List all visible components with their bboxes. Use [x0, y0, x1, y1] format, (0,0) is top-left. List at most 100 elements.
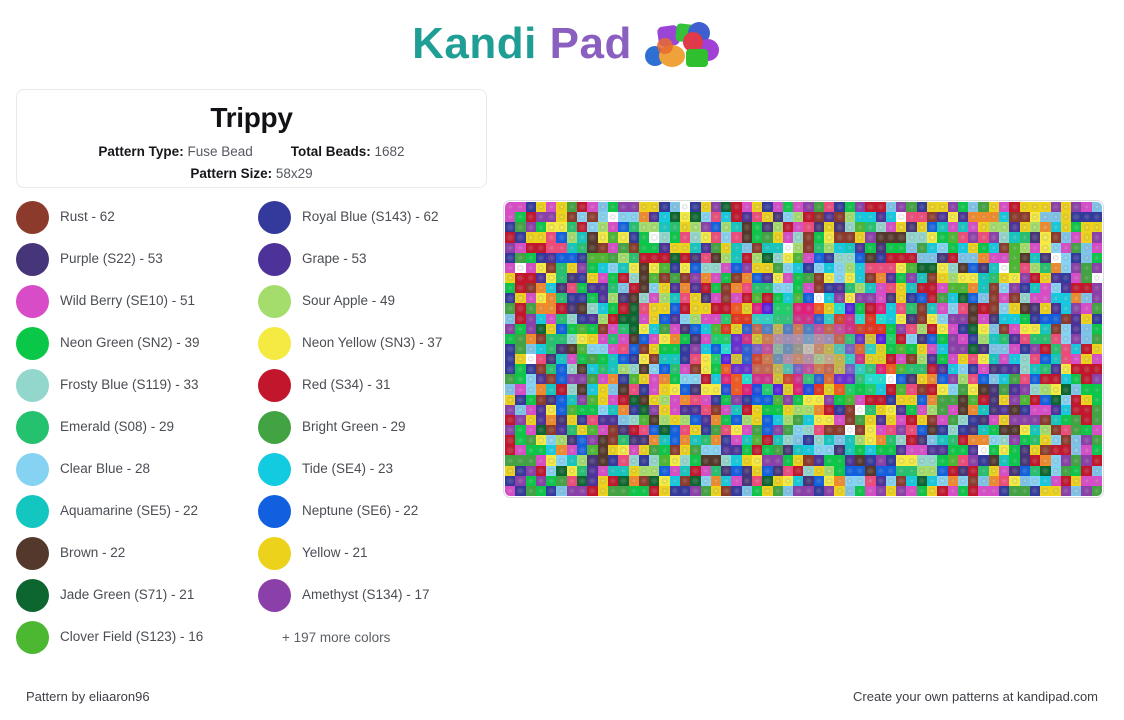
bead-cell: [793, 465, 804, 476]
bead-cell: [546, 404, 557, 415]
bead-cell: [1050, 394, 1061, 405]
bead-cell: [927, 435, 938, 446]
bead-cell: [505, 283, 516, 294]
bead-cell: [968, 323, 979, 334]
bead-cell: [535, 242, 547, 253]
bead-cell: [731, 232, 742, 243]
bead-cell: [700, 252, 711, 263]
bead-cell: [875, 222, 886, 233]
bead-cell: [968, 374, 979, 385]
bead-cell: [710, 222, 722, 233]
bead-cell: [525, 272, 536, 284]
bead-cell: [813, 465, 825, 476]
bead-cell: [1029, 222, 1041, 233]
bead-cell: [813, 202, 825, 213]
bead-cell: [906, 425, 917, 436]
bead-cell: [731, 425, 742, 436]
bead-cell: [916, 374, 928, 385]
bead-cell: [947, 425, 958, 436]
bead-cell: [906, 485, 917, 496]
bead-cell: [1060, 303, 1072, 314]
bead-cell: [1029, 272, 1041, 284]
legend-item-label: Neon Green (SN2) - 39: [60, 335, 200, 351]
bead-cell: [669, 364, 680, 375]
bead-cell: [772, 465, 783, 476]
bead-cell: [505, 455, 516, 466]
color-swatch: [16, 494, 49, 528]
bead-cell: [999, 212, 1010, 223]
legend-item: Clover Field (S123) - 16: [16, 616, 246, 658]
bead-cell: [824, 242, 835, 253]
bead-cell: [844, 272, 855, 284]
bead-cell: [525, 455, 536, 466]
bead-cell: [1040, 343, 1051, 355]
bead-cell: [710, 262, 722, 273]
bead-cell: [1071, 425, 1082, 436]
bead-cell: [906, 465, 917, 476]
bead-cell: [947, 414, 958, 426]
bead-grid[interactable]: [505, 202, 1102, 496]
bead-cell: [505, 404, 516, 415]
bead-cell: [1060, 293, 1072, 304]
bead-cell: [669, 222, 680, 233]
color-swatch: [258, 410, 291, 444]
bead-cell: [546, 303, 557, 314]
bead-cell: [957, 364, 969, 375]
bead-cell: [1071, 394, 1082, 405]
bead-cell: [885, 455, 897, 466]
bead-cell: [731, 404, 742, 415]
bead-cell: [844, 425, 855, 436]
bead-cell: [772, 272, 783, 284]
bead-cell: [937, 272, 948, 284]
bead-cell: [679, 465, 691, 476]
bead-cell: [875, 262, 886, 273]
pattern-meta-row-1: Pattern Type: Fuse Bead Total Beads: 168…: [31, 144, 472, 159]
bead-cell: [968, 455, 979, 466]
bead-cell: [885, 435, 897, 446]
bead-cell: [535, 212, 547, 223]
bead-cell: [721, 354, 732, 365]
bead-cell: [628, 232, 639, 243]
bead-cell: [772, 212, 783, 223]
bead-cell: [937, 323, 948, 334]
bead-cell: [628, 435, 639, 446]
bead-cell: [752, 293, 763, 304]
bead-cell: [1081, 303, 1092, 314]
bead-cell: [752, 475, 763, 486]
bead-cell: [618, 212, 629, 223]
bead-cell: [721, 425, 732, 436]
pattern-preview-panel[interactable]: [503, 200, 1104, 498]
bead-cell: [690, 435, 701, 446]
bead-cell: [1071, 475, 1082, 486]
bead-cell: [1060, 425, 1072, 436]
bead-cell: [906, 384, 917, 395]
bead-cell: [803, 283, 814, 294]
color-swatch: [16, 368, 49, 402]
bead-cell: [937, 252, 948, 263]
bead-cell: [782, 242, 794, 253]
bead-cell: [505, 252, 516, 263]
bead-cell: [607, 364, 619, 375]
bead-cell: [679, 283, 691, 294]
bead-cell: [1081, 272, 1092, 284]
bead-cell: [659, 354, 670, 365]
bead-cell: [566, 435, 578, 446]
bead-cell: [669, 354, 680, 365]
bead-cell: [638, 455, 650, 466]
bead-cell: [710, 455, 722, 466]
bead-cell: [1091, 374, 1102, 385]
bead-cell: [587, 202, 598, 213]
footer-promo[interactable]: Create your own patterns at kandipad.com: [853, 689, 1098, 704]
bead-cell: [690, 212, 701, 223]
bead-cell: [968, 394, 979, 405]
bead-cell: [1060, 485, 1072, 496]
bead-cell: [535, 283, 547, 294]
bead-cell: [916, 364, 928, 375]
bead-cell: [1040, 384, 1051, 395]
kandi-pad-logo[interactable]: Kandi Pad: [412, 16, 720, 72]
bead-cell: [710, 293, 722, 304]
bead-cell: [566, 252, 578, 263]
bead-cell: [896, 465, 907, 476]
bead-cell: [556, 384, 567, 395]
bead-cell: [978, 242, 989, 253]
